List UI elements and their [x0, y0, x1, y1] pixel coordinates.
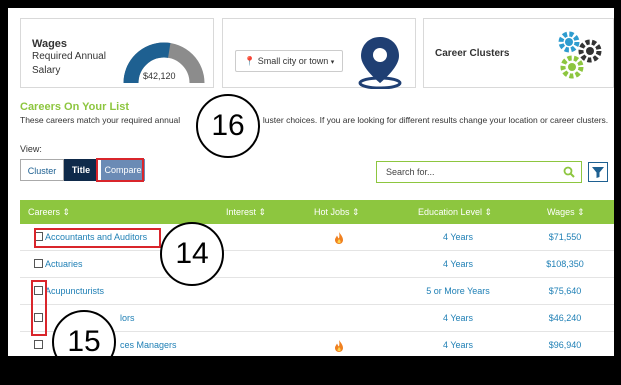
- hot-job-flame-icon: [335, 340, 343, 352]
- view-cluster-button[interactable]: Cluster: [20, 159, 64, 181]
- header-wages[interactable]: Wages ⇕: [547, 200, 585, 224]
- callout-14: 14: [160, 222, 224, 286]
- location-card: 📍 Small city or town ▾: [222, 18, 416, 89]
- callout-16: 16: [196, 94, 260, 158]
- career-clusters-title: Career Clusters: [435, 48, 510, 59]
- row-checkbox[interactable]: [34, 259, 43, 268]
- career-link[interactable]: lors: [120, 305, 135, 332]
- map-pin-icon: [358, 37, 402, 89]
- wages-value: $71,550: [548, 232, 582, 242]
- gears-icon: [558, 31, 602, 79]
- career-clusters-card[interactable]: Career Clusters: [423, 18, 614, 88]
- location-dropdown[interactable]: 📍 Small city or town ▾: [235, 50, 344, 72]
- education-level: 4 Years: [442, 232, 474, 242]
- education-level: 4 Years: [442, 259, 474, 269]
- location-dropdown-value: Small city or town: [257, 56, 329, 66]
- header-hot-jobs[interactable]: Hot Jobs ⇕: [314, 200, 360, 224]
- hot-job-flame-icon: [335, 232, 343, 244]
- career-link[interactable]: Actuaries: [45, 251, 83, 278]
- page-frame: Wages Required Annual Salary $42,120 📍 S…: [8, 8, 614, 356]
- highlight-compare-box: [96, 158, 144, 182]
- section-title: Careers On Your List: [20, 101, 130, 113]
- education-level: 4 Years: [442, 340, 474, 350]
- row-checkbox[interactable]: [34, 340, 43, 349]
- search-placeholder: Search for...: [386, 167, 435, 177]
- wages-subtitle-line2: Salary: [32, 65, 61, 76]
- view-title-button[interactable]: Title: [64, 159, 98, 181]
- wages-value: $75,640: [548, 286, 582, 296]
- wages-card[interactable]: Wages Required Annual Salary $42,120: [20, 18, 214, 88]
- career-link[interactable]: Acupuncturists: [45, 278, 104, 305]
- wages-value: $96,940: [548, 340, 582, 350]
- table-header: Careers ⇕ Interest ⇕ Hot Jobs ⇕ Educatio…: [20, 200, 614, 224]
- location-pin-small-icon: 📍: [244, 56, 256, 66]
- highlight-checkbox-box: [31, 280, 47, 336]
- section-description: These careers match your required annual…: [20, 115, 608, 125]
- highlight-career-link-box: [34, 228, 161, 248]
- filter-button[interactable]: [588, 162, 608, 182]
- wages-subtitle: Required Annual Salary: [32, 50, 106, 78]
- header-careers[interactable]: Careers ⇕: [28, 200, 70, 224]
- wages-value: $108,350: [546, 259, 584, 269]
- section-description-right: luster choices. If you are looking for d…: [262, 115, 609, 125]
- search-input[interactable]: Search for...: [376, 161, 582, 183]
- table-row: Actuaries 4 Years $108,350: [20, 251, 614, 278]
- search-icon[interactable]: [563, 166, 575, 178]
- wages-value: $46,240: [548, 313, 582, 323]
- table-row: Acupuncturists 5 or More Years $75,640: [20, 278, 614, 305]
- filter-icon: [592, 167, 604, 178]
- wages-title: Wages: [32, 38, 68, 50]
- wages-subtitle-line1: Required Annual: [32, 51, 106, 62]
- header-interest[interactable]: Interest ⇕: [226, 200, 266, 224]
- education-level: 5 or More Years: [426, 286, 490, 296]
- view-label: View:: [20, 144, 42, 154]
- section-description-left: These careers match your required annual: [20, 115, 181, 125]
- gauge-value: $42,120: [143, 71, 176, 81]
- career-link[interactable]: ces Managers: [120, 332, 177, 356]
- caret-down-icon: ▾: [330, 59, 335, 66]
- header-education[interactable]: Education Level ⇕: [418, 200, 492, 224]
- education-level: 4 Years: [442, 313, 474, 323]
